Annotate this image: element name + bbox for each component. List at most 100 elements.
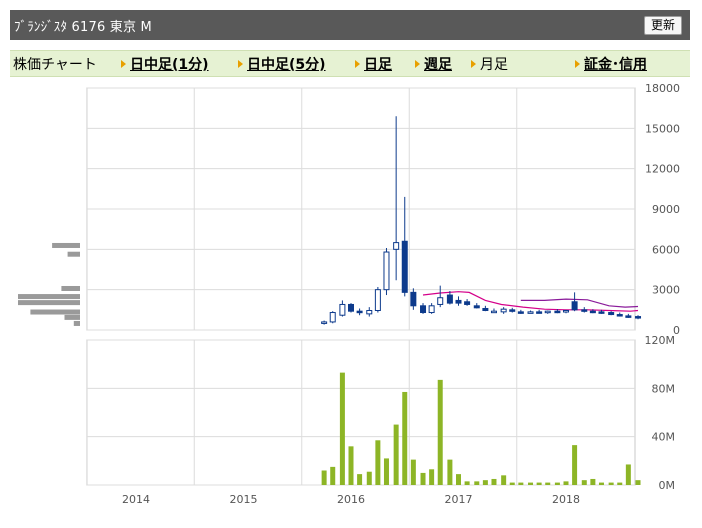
candle-body [616,314,623,317]
stock-chart: 0300060009000120001500018000 0M40M80M120… [18,82,680,506]
nav-intraday-5min[interactable]: 日中足(5分) [247,54,326,74]
nav-margin-credit[interactable]: 証金･信用 [584,54,647,74]
year-tick-label: 2014 [122,493,150,506]
volume-bar [528,482,534,485]
year-axis-labels: 2014 2015 2016 2017 2018 [122,493,580,506]
volume-tick-label: 120M [645,334,676,347]
candlestick [374,286,381,313]
volume-bar [491,478,497,485]
candle-body [356,310,363,314]
volume-bar [482,480,488,485]
candle-body [420,305,427,314]
candle-body [554,310,561,314]
volume-bar [509,482,515,485]
chart-nav: 株価チャート 日中足(1分) 日中足(5分) 日足 週足 月足 証金･信用 [10,50,690,77]
candle-body [544,310,551,314]
candle-body [455,299,462,304]
candlestick [329,311,336,324]
nav-monthly: 月足 [480,57,508,73]
volume-bar [474,481,480,485]
volume-bar [402,391,408,485]
candle-body [490,310,497,314]
volume-bar [321,470,327,485]
volume-axis-labels: 0M 40M 80M 120M [645,334,676,492]
candle-body [635,316,642,319]
nav-weekly[interactable]: 週足 [424,54,452,74]
volume-bar [518,482,524,485]
nav-arrow-icon [471,60,476,68]
candle-body [410,291,417,307]
candle-body [446,294,453,304]
price-tick-label: 15000 [645,122,680,135]
candle-body [321,321,328,324]
volume-bar [617,482,623,485]
volume-profile-bar [61,285,80,291]
candle-body [571,301,578,311]
volume-bar [464,481,470,485]
volume-bar [608,482,614,485]
candle-body [482,307,489,312]
year-tick-label: 2018 [552,493,580,506]
nav-arrow-icon [238,60,243,68]
candle-body [348,303,354,312]
volume-panel [86,339,636,486]
candle-body [608,312,615,316]
nav-arrow-icon [121,60,126,68]
stock-title: ﾌﾞﾗﾝｼﾞｽﾀ 6176 東京 M [14,20,152,35]
volume-bar [635,480,641,485]
price-tick-label: 9000 [652,203,680,216]
candle-body [598,311,605,314]
candle-body [366,310,373,315]
volume-bar [410,459,416,485]
candle-body [536,311,543,314]
nav-arrow-icon [355,60,360,68]
nav-arrow-icon [415,60,420,68]
nav-intraday-1min[interactable]: 日中足(1分) [130,54,209,74]
candlestick [383,247,390,296]
volume-profile-bar [67,251,80,257]
volume-bar [330,466,336,485]
volume-bar [366,471,372,485]
candlestick [635,315,642,320]
candle-body [339,303,346,316]
volume-bar [339,372,345,485]
volume-bar [598,482,604,485]
volume-profile-bar [18,294,80,300]
volume-bar [545,482,551,485]
title-bar: ﾌﾞﾗﾝｼﾞｽﾀ 6176 東京 M 更新 [10,10,690,40]
volume-bar [456,474,461,485]
volume-profile-bar [52,242,80,248]
volume-bar [357,474,363,485]
candle-body [329,312,336,323]
volume-bar [420,472,426,485]
volume-bar [393,424,399,485]
volume-profile-bar [18,300,80,306]
year-tick-label: 2016 [337,493,365,506]
volume-bar [563,481,569,485]
volume-bar [375,440,381,485]
price-tick-label: 3000 [652,284,680,297]
volume-bar [590,478,596,485]
nav-daily[interactable]: 日足 [364,54,392,74]
price-tick-label: 12000 [645,163,680,176]
candle-body [500,308,507,313]
volume-bar [581,480,587,485]
volume-bar [572,445,578,485]
price-tick-label: 6000 [652,243,680,256]
candle-body [437,297,444,305]
nav-arrow-icon [575,60,580,68]
nav-stock-chart: 株価チャート [13,57,97,73]
volume-profile-bar [30,309,80,315]
candle-body [563,310,569,313]
refresh-button[interactable]: 更新 [643,16,682,35]
year-tick-label: 2017 [445,493,473,506]
volume-tick-label: 0M [659,479,676,492]
volume-bar [429,469,435,485]
candle-body [383,251,390,291]
candlestick [348,303,354,313]
candle-body [374,289,381,312]
candle-body [473,305,480,309]
candle-body [517,311,524,314]
volume-profile [18,242,80,326]
candle-body [509,309,516,312]
